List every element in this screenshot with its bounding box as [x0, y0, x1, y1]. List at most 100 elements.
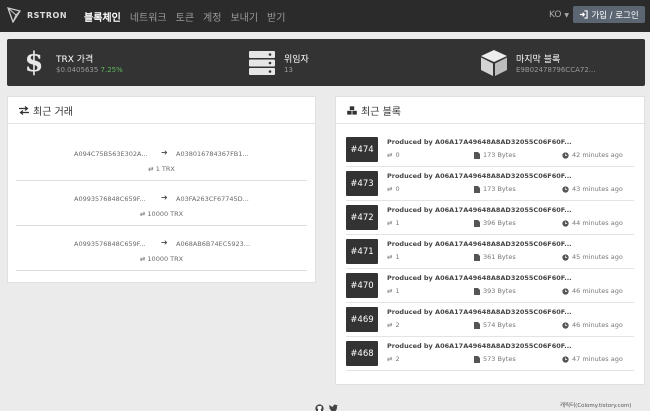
block-number-badge[interactable]: #469 [346, 307, 378, 332]
transfer-to-address[interactable]: A068AB6B74EC5923... [176, 240, 250, 248]
brand-name: RSTRON [27, 10, 68, 20]
exchange-icon: ⇄ [387, 355, 393, 363]
transfers-header: 최근 거래 [8, 97, 315, 124]
block-size: 173 Bytes [474, 151, 516, 159]
block-row[interactable]: #472 Produced by A06A17A49648A8AD32055C06… [346, 201, 634, 235]
nav-item-blockchain[interactable]: 블록체인 [84, 9, 121, 24]
block-age: 45 minutes ago [562, 253, 623, 261]
file-icon [474, 151, 480, 159]
block-size: 396 Bytes [474, 219, 516, 227]
transfer-from-address[interactable]: A094C75B563E302A... [74, 150, 148, 158]
block-row[interactable]: #473 Produced by A06A17A49648A8AD32055C06… [346, 167, 634, 201]
exchange-icon: ⇄ [387, 219, 393, 227]
file-icon [474, 185, 480, 193]
exchange-icon: ⇄ [148, 165, 154, 173]
sign-in-icon [580, 10, 588, 19]
block-producer[interactable]: Produced by A06A17A49648A8AD32055C06F60F… [387, 172, 572, 180]
tron-logo-icon [7, 7, 21, 23]
blocks-title: 최근 블록 [361, 106, 401, 118]
arrow-right-icon: ➜ [161, 193, 168, 202]
transfer-from-address[interactable]: A0993576848C659F... [74, 195, 146, 203]
file-icon [474, 287, 480, 295]
stat-price: $ TRX 가격 $0.0405635 7.25% [19, 39, 123, 86]
server-icon [247, 50, 277, 76]
transfer-row[interactable]: A094C75B563E302A... ➜ A038016784367FB1..… [16, 136, 307, 181]
transfer-amount: ⇄ 1 TRX [148, 165, 175, 173]
block-size: 574 Bytes [474, 321, 516, 329]
block-producer[interactable]: Produced by A06A17A49648A8AD32055C06F60F… [387, 240, 572, 248]
file-icon [474, 253, 480, 261]
witnesses-title: 위임자 [284, 54, 309, 65]
block-age: 42 minutes ago [562, 151, 623, 159]
clock-icon [562, 321, 569, 329]
file-icon [474, 355, 480, 363]
brand-logo[interactable]: RSTRON [7, 7, 67, 23]
dollar-icon: $ [24, 47, 44, 78]
transfer-to-address[interactable]: A03FA263CF67745D... [176, 195, 249, 203]
block-tx-count: ⇄ 1 [387, 287, 400, 295]
block-tx-count: ⇄ 0 [387, 151, 400, 159]
transfer-amount: ⇄ 10000 TRX [139, 255, 184, 263]
block-producer[interactable]: Produced by A06A17A49648A8AD32055C06F60F… [387, 274, 572, 282]
nav-item-network[interactable]: 네트워크 [130, 9, 167, 24]
block-row[interactable]: #471 Produced by A06A17A49648A8AD32055C06… [346, 235, 634, 269]
block-producer[interactable]: Produced by A06A17A49648A8AD32055C06F60F… [387, 342, 572, 350]
block-number-badge[interactable]: #470 [346, 273, 378, 298]
language-dropdown[interactable]: KO ▼ [549, 10, 569, 20]
block-producer[interactable]: Produced by A06A17A49648A8AD32055C06F60F… [387, 308, 572, 316]
exchange-icon: ⇄ [387, 185, 393, 193]
transfers-title: 최근 거래 [33, 106, 73, 118]
transfer-row[interactable]: A0993576848C659F... ➜ A03FA263CF67745D..… [16, 181, 307, 226]
language-label: KO [549, 10, 562, 20]
nav-item-tokens[interactable]: 토큰 [176, 9, 194, 24]
block-number-badge[interactable]: #471 [346, 239, 378, 264]
nav-item-account[interactable]: 계정 [203, 9, 221, 24]
transfer-to-address[interactable]: A038016784367FB1... [176, 150, 249, 158]
block-row[interactable]: #469 Produced by A06A17A49648A8AD32055C06… [346, 303, 634, 337]
block-number-badge[interactable]: #472 [346, 205, 378, 230]
exchange-icon: ⇄ [387, 253, 393, 261]
block-size: 393 Bytes [474, 287, 516, 295]
block-number-badge[interactable]: #468 [346, 341, 378, 366]
cubes-icon [347, 105, 357, 115]
exchange-icon: ⇄ [139, 210, 146, 218]
clock-icon [562, 287, 569, 295]
block-row[interactable]: #470 Produced by A06A17A49648A8AD32055C06… [346, 269, 634, 303]
transfer-row[interactable]: A0993576848C659F... ➜ A068AB6B74EC5923..… [16, 226, 307, 271]
clock-icon [562, 253, 569, 261]
login-button[interactable]: 가입 / 로그인 [573, 6, 645, 23]
github-icon[interactable] [315, 398, 324, 411]
exchange-icon: ⇄ [387, 151, 393, 159]
main-nav: 블록체인 네트워크 토큰 계정 보내기 받기 [84, 9, 294, 24]
nav-item-send[interactable]: 보내기 [230, 9, 258, 24]
exchange-icon: ⇄ [139, 255, 146, 263]
exchange-icon: ⇄ [387, 321, 393, 329]
twitter-icon[interactable] [328, 398, 338, 411]
block-tx-count: ⇄ 0 [387, 185, 400, 193]
clock-icon [562, 355, 569, 363]
block-age: 47 minutes ago [562, 355, 623, 363]
stats-bar: $ TRX 가격 $0.0405635 7.25% 위임자 13 마지막 블록 … [7, 39, 645, 86]
block-age: 46 minutes ago [562, 287, 623, 295]
caret-down-icon: ▼ [564, 12, 569, 19]
block-tx-count: ⇄ 1 [387, 219, 400, 227]
block-age: 46 minutes ago [562, 321, 623, 329]
block-producer[interactable]: Produced by A06A17A49648A8AD32055C06F60F… [387, 138, 572, 146]
price-change: 7.25% [100, 65, 123, 74]
stat-witnesses[interactable]: 위임자 13 [247, 39, 309, 86]
block-size: 173 Bytes [474, 185, 516, 193]
block-tx-count: ⇄ 2 [387, 355, 400, 363]
block-row[interactable]: #474 Produced by A06A17A49648A8AD32055C06… [346, 133, 634, 167]
arrow-right-icon: ➜ [161, 238, 168, 247]
block-producer[interactable]: Produced by A06A17A49648A8AD32055C06F60F… [387, 206, 572, 214]
block-size: 361 Bytes [474, 253, 516, 261]
nav-item-receive[interactable]: 받기 [267, 9, 285, 24]
block-row[interactable]: #468 Produced by A06A17A49648A8AD32055C06… [346, 337, 634, 371]
file-icon [474, 321, 480, 329]
price-value: $0.0405635 [56, 65, 99, 74]
block-number-badge[interactable]: #473 [346, 171, 378, 196]
block-number-badge[interactable]: #474 [346, 137, 378, 162]
last-block-hash: E9B02478796CCA72... [516, 65, 596, 74]
transfer-from-address[interactable]: A0993576848C659F... [74, 240, 146, 248]
stat-last-block[interactable]: 마지막 블록 E9B02478796CCA72... [479, 39, 595, 86]
